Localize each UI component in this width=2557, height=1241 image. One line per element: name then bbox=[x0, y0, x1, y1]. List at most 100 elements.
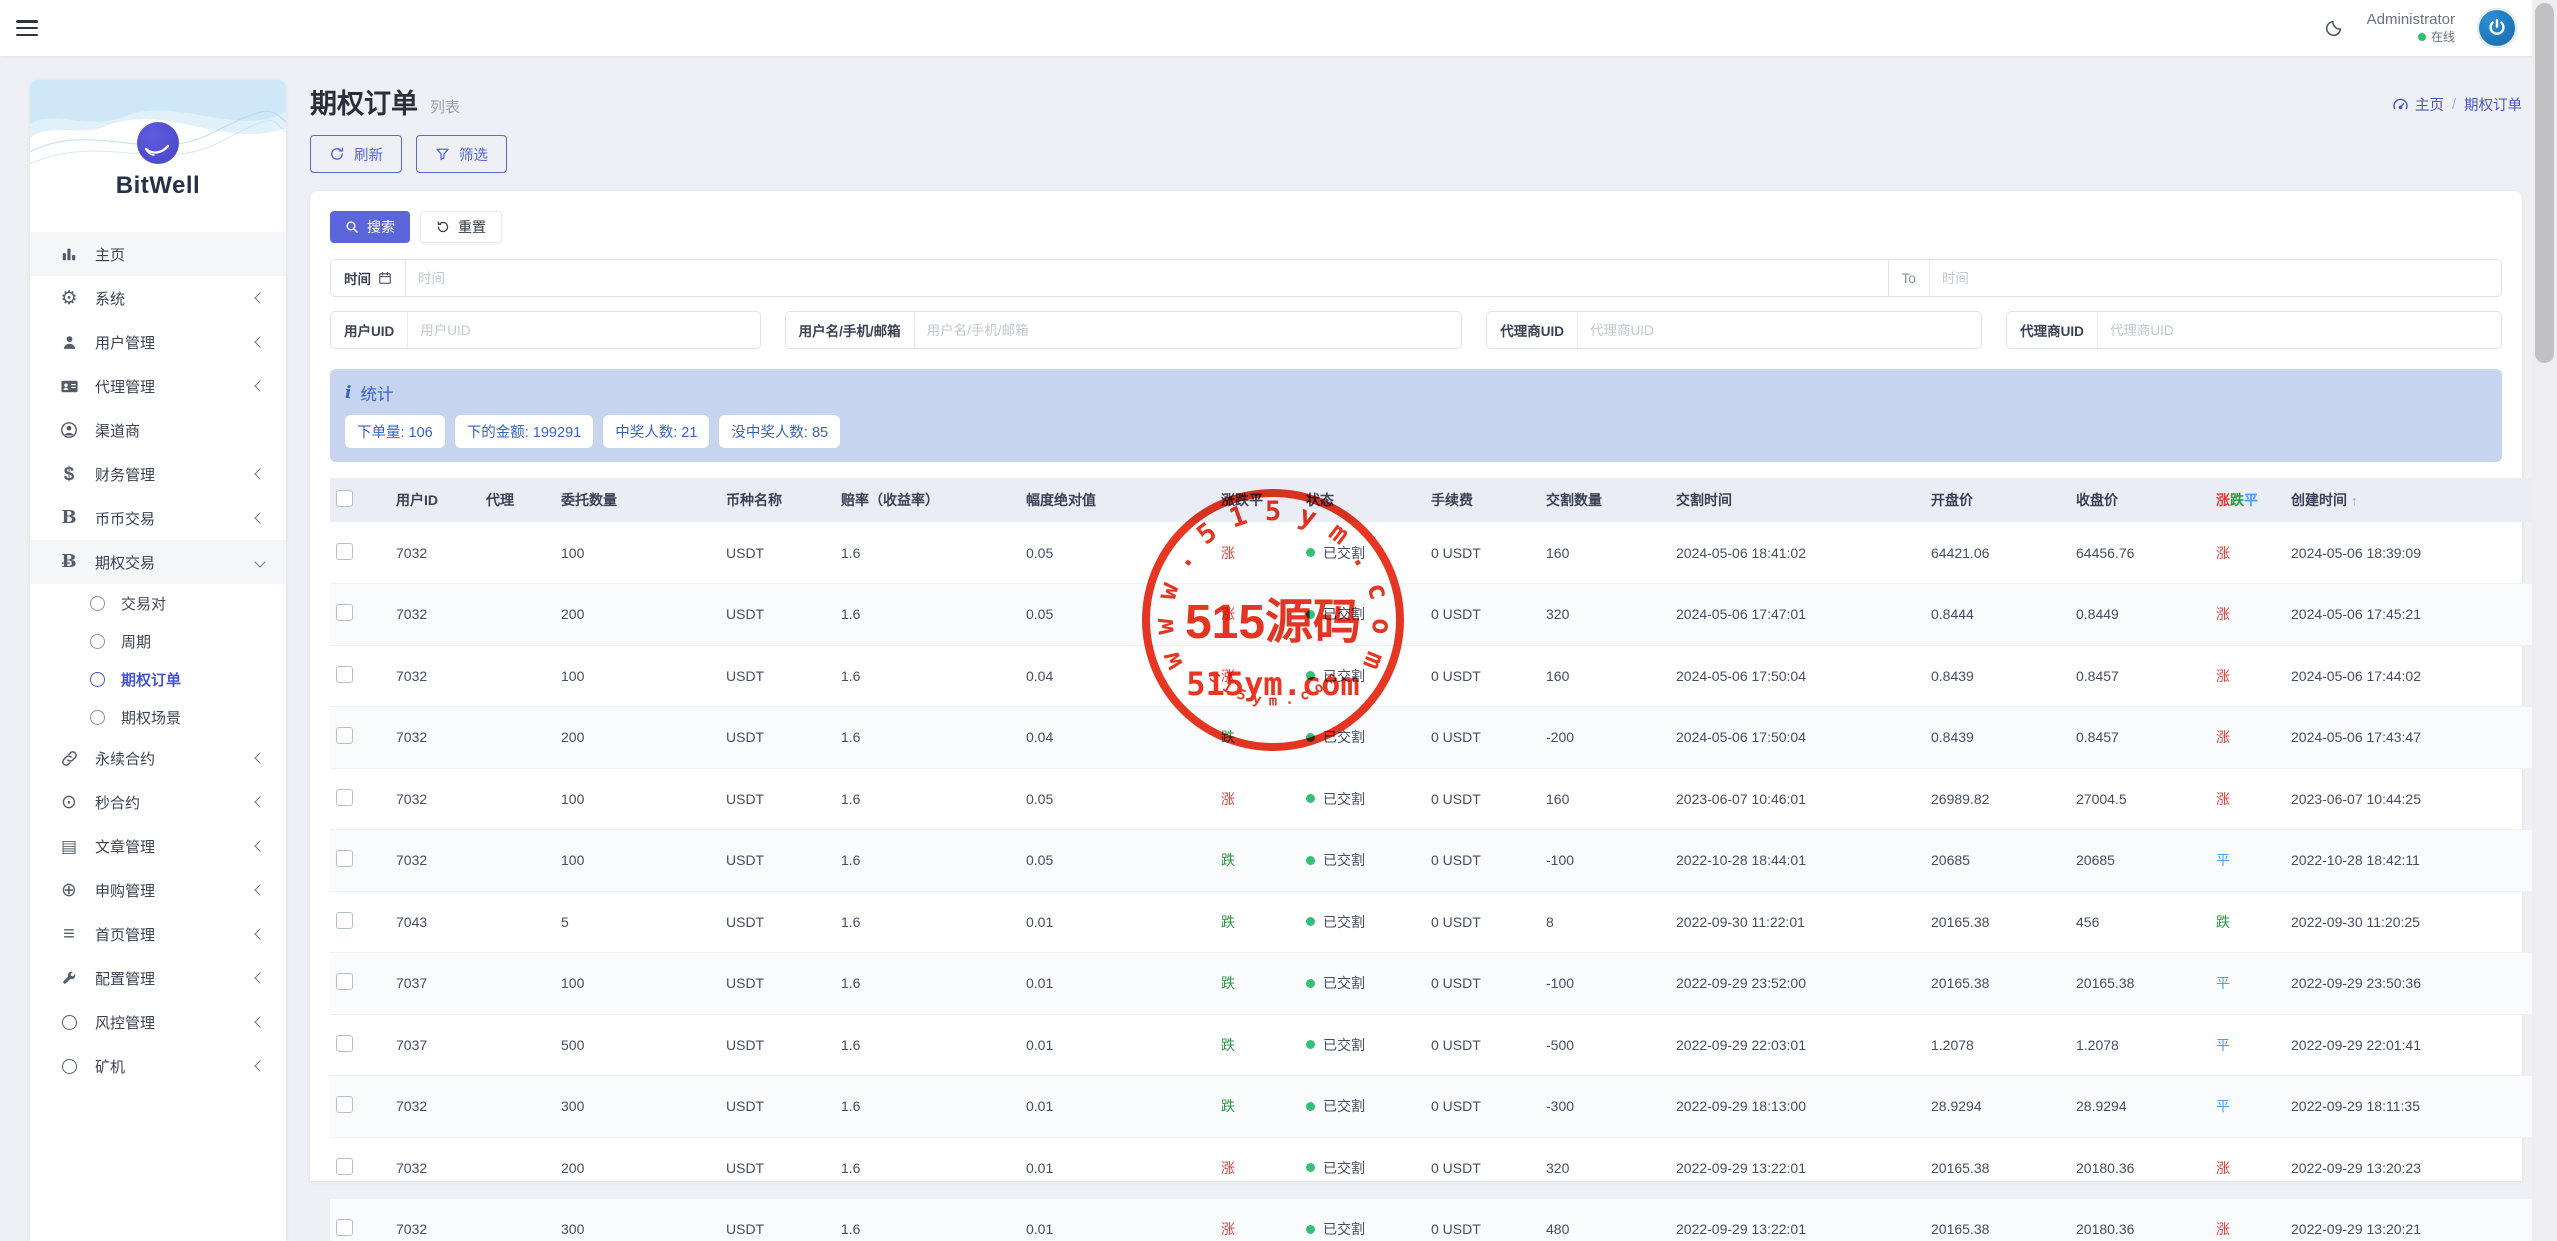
row-checkbox[interactable] bbox=[336, 666, 353, 683]
cell-settle-qty: -300 bbox=[1540, 1076, 1670, 1138]
sidebar-item-用户管理[interactable]: 用户管理 bbox=[30, 320, 286, 364]
chevron-left-icon bbox=[254, 972, 265, 983]
filter-button[interactable]: 筛选 bbox=[416, 135, 507, 173]
sidebar-item-label: 主页 bbox=[95, 244, 125, 265]
table-row: 7032300USDT1.60.01跌已交割0 USDT-3002022-09-… bbox=[330, 1076, 2557, 1138]
column-header-涨跌平[interactable]: 涨跌平 bbox=[1215, 478, 1300, 522]
time-from-input[interactable] bbox=[406, 260, 1888, 296]
filter-label: 用户UID bbox=[331, 312, 408, 348]
cell-open-price: 20685 bbox=[1925, 830, 2070, 892]
cell-close-price: 28.9294 bbox=[2070, 1076, 2210, 1138]
column-header-币种名称[interactable]: 币种名称 bbox=[720, 478, 835, 522]
column-header-用户ID[interactable]: 用户ID bbox=[390, 478, 480, 522]
sidebar-item-币币交易[interactable]: B币币交易 bbox=[30, 496, 286, 540]
user-icon bbox=[56, 334, 82, 351]
reset-button[interactable]: 重置 bbox=[420, 211, 502, 243]
search-button[interactable]: 搜索 bbox=[330, 211, 410, 243]
column-header-交割时间[interactable]: 交割时间 bbox=[1670, 478, 1925, 522]
cell-settle-qty: 480 bbox=[1540, 1199, 1670, 1241]
cell-user-id: 7032 bbox=[390, 584, 480, 646]
row-checkbox[interactable] bbox=[336, 604, 353, 621]
dark-mode-moon-icon[interactable] bbox=[2323, 17, 2345, 39]
column-header-委托数量[interactable]: 委托数量 bbox=[555, 478, 720, 522]
sidebar-subitem-周期[interactable]: 周期 bbox=[30, 622, 286, 660]
sidebar-item-永续合约[interactable]: 永续合约 bbox=[30, 736, 286, 780]
sidebar-subitem-期权场景[interactable]: 期权场景 bbox=[30, 698, 286, 736]
cell-open-price: 26989.82 bbox=[1925, 768, 2070, 830]
user-avatar[interactable] bbox=[2477, 8, 2517, 48]
row-checkbox[interactable] bbox=[336, 912, 353, 929]
row-checkbox[interactable] bbox=[336, 543, 353, 560]
sidebar-item-首页管理[interactable]: ≡首页管理 bbox=[30, 912, 286, 956]
sidebar-item-系统[interactable]: ⚙系统 bbox=[30, 276, 286, 320]
column-header-创建时间[interactable]: 创建时间↑ bbox=[2285, 478, 2515, 522]
column-header-状态[interactable]: 状态 bbox=[1300, 478, 1425, 522]
refresh-button[interactable]: 刷新 bbox=[310, 135, 402, 173]
sidebar-item-渠道商[interactable]: 渠道商 bbox=[30, 408, 286, 452]
table-row: 7032200USDT1.60.01涨已交割0 USDT3202022-09-2… bbox=[330, 1137, 2557, 1199]
cell-user-id: 7043 bbox=[390, 891, 480, 953]
sidebar-item-文章管理[interactable]: ▤文章管理 bbox=[30, 824, 286, 868]
cell-agent bbox=[480, 953, 555, 1015]
cell-odds: 1.6 bbox=[835, 953, 1020, 1015]
sidebar-item-风控管理[interactable]: 风控管理 bbox=[30, 1000, 286, 1044]
cell-odds: 1.6 bbox=[835, 830, 1020, 892]
filter-input-代理商UID[interactable] bbox=[2098, 312, 2501, 348]
filter-input-代理商UID[interactable] bbox=[1578, 312, 1981, 348]
row-checkbox[interactable] bbox=[336, 1219, 353, 1236]
vertical-scrollbar-thumb[interactable] bbox=[2535, 3, 2554, 363]
sidebar-subitem-交易对[interactable]: 交易对 bbox=[30, 584, 286, 622]
circle-icon bbox=[56, 1015, 82, 1030]
column-header-幅度绝对值[interactable]: 幅度绝对值 bbox=[1020, 478, 1215, 522]
user-name: Administrator bbox=[2367, 11, 2455, 30]
time-to-input[interactable] bbox=[1930, 260, 2501, 296]
brand-name: BitWell bbox=[30, 172, 286, 200]
select-all-checkbox[interactable] bbox=[336, 490, 353, 507]
sidebar-item-矿机[interactable]: 矿机 bbox=[30, 1044, 286, 1088]
status-dot-icon bbox=[1306, 794, 1315, 803]
column-header-赔率（收益率）[interactable]: 赔率（收益率） bbox=[835, 478, 1020, 522]
sidebar-item-秒合约[interactable]: ⊙秒合约 bbox=[30, 780, 286, 824]
filter-input-用户名/手机/邮箱[interactable] bbox=[915, 312, 1462, 348]
cell-status: 已交割 bbox=[1300, 707, 1425, 769]
sidebar-subitem-label: 期权订单 bbox=[121, 669, 181, 690]
row-checkbox[interactable] bbox=[336, 727, 353, 744]
bitwell-logo-icon bbox=[137, 122, 179, 164]
hamburger-menu-icon[interactable] bbox=[16, 20, 38, 36]
filter-input-用户UID[interactable] bbox=[408, 312, 759, 348]
column-header-涨跌平[interactable]: 涨跌平 bbox=[2210, 478, 2285, 522]
chevron-left-icon bbox=[254, 336, 265, 347]
filter-field-代理商UID: 代理商UID bbox=[2006, 311, 2502, 349]
column-header-收盘价[interactable]: 收盘价 bbox=[2070, 478, 2210, 522]
sidebar-item-label: 配置管理 bbox=[95, 968, 155, 989]
sidebar-item-申购管理[interactable]: ⊕申购管理 bbox=[30, 868, 286, 912]
sidebar-item-主页[interactable]: 主页 bbox=[30, 232, 286, 276]
column-header-手续费[interactable]: 手续费 bbox=[1425, 478, 1540, 522]
chevron-left-icon bbox=[254, 1060, 265, 1071]
cell-open-price: 20165.38 bbox=[1925, 1137, 2070, 1199]
cell-open-price: 0.8444 bbox=[1925, 584, 2070, 646]
column-header-代理[interactable]: 代理 bbox=[480, 478, 555, 522]
sidebar-item-代理管理[interactable]: 代理管理 bbox=[30, 364, 286, 408]
sidebar-subitem-期权订单[interactable]: 期权订单 bbox=[30, 660, 286, 698]
row-checkbox[interactable] bbox=[336, 1158, 353, 1175]
cell-user-id: 7037 bbox=[390, 1014, 480, 1076]
cell-close-price: 20685 bbox=[2070, 830, 2210, 892]
column-header-开盘价[interactable]: 开盘价 bbox=[1925, 478, 2070, 522]
row-checkbox[interactable] bbox=[336, 973, 353, 990]
cell-amount: 200 bbox=[555, 707, 720, 769]
cell-status: 已交割 bbox=[1300, 953, 1425, 1015]
row-checkbox[interactable] bbox=[336, 1096, 353, 1113]
column-header-交割数量[interactable]: 交割数量 bbox=[1540, 478, 1670, 522]
breadcrumb-home-link[interactable]: 主页 bbox=[2392, 94, 2444, 115]
sidebar-item-期权交易[interactable]: Ƀ期权交易 bbox=[30, 540, 286, 584]
refresh-icon bbox=[329, 146, 345, 162]
sidebar-item-财务管理[interactable]: $财务管理 bbox=[30, 452, 286, 496]
row-checkbox[interactable] bbox=[336, 850, 353, 867]
row-checkbox[interactable] bbox=[336, 789, 353, 806]
chevron-left-icon bbox=[254, 796, 265, 807]
cell-odds: 1.6 bbox=[835, 645, 1020, 707]
sidebar-item-配置管理[interactable]: 配置管理 bbox=[30, 956, 286, 1000]
row-checkbox[interactable] bbox=[336, 1035, 353, 1052]
cell-user-id: 7032 bbox=[390, 645, 480, 707]
